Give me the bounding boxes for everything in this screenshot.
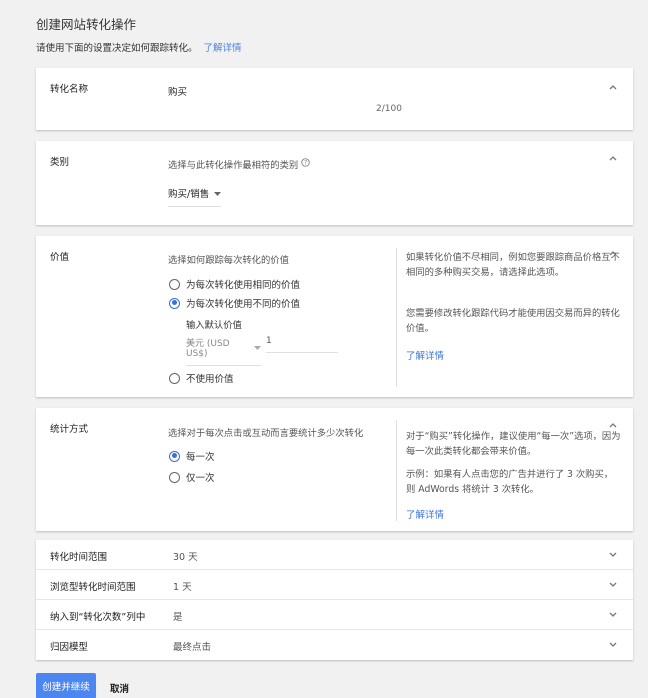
chevron-down-icon[interactable] (609, 552, 617, 558)
setting-row-attribution-model[interactable]: 归因模型 最终点击 (36, 630, 633, 660)
cancel-button[interactable]: 取消 (110, 681, 129, 695)
chevron-down-icon[interactable] (609, 642, 617, 648)
value-card: 价值 选择如何跟踪每次转化的价值 为每次转化使用相同的价值 为每次转化使用不同的… (36, 236, 633, 397)
value-help-text-2: 您需要修改转化跟踪代码才能使用因交易而异的转化价值。 (406, 308, 620, 334)
chevron-up-icon[interactable] (609, 155, 617, 161)
radio-label: 不使用价值 (186, 374, 234, 385)
count-card: 统计方式 选择对于每次点击或互动而言要统计多少次转化 每一次 仅一次 对于“购买… (36, 408, 633, 531)
chevron-up-icon[interactable] (609, 84, 617, 90)
setting-value: 1 天 (173, 582, 192, 593)
conversion-name-card: 转化名称 购买 2/100 (36, 68, 633, 130)
radio-button[interactable] (169, 471, 180, 483)
category-prompt-text: 选择与此转化操作最相符的类别 (168, 160, 299, 171)
setting-label: 浏览型转化时间范围 (50, 582, 136, 593)
radio-label: 每一次 (186, 452, 215, 463)
setting-value: 30 天 (173, 552, 198, 563)
category-selected: 购买/销售 (168, 189, 210, 200)
chevron-up-icon[interactable] (609, 250, 617, 256)
setting-row-include-in-conversions[interactable]: 纳入到“转化次数”列中 是 (36, 600, 633, 630)
setting-value: 最终点击 (173, 642, 212, 653)
chevron-down-icon[interactable] (609, 612, 617, 618)
value-prompt: 选择如何跟踪每次转化的价值 (168, 255, 289, 266)
category-card: 类别 选择与此转化操作最相符的类别 ? 购买/销售 (36, 141, 633, 225)
setting-row-view-through-window[interactable]: 浏览型转化时间范围 1 天 (36, 570, 633, 600)
default-value-input[interactable]: 1 (266, 336, 338, 353)
setting-label: 转化时间范围 (50, 552, 108, 563)
radio-button[interactable] (169, 278, 180, 290)
chevron-up-icon[interactable] (609, 422, 617, 428)
value-label: 价值 (50, 252, 70, 263)
conversion-name-label: 转化名称 (50, 84, 89, 95)
count-learn-more-link[interactable]: 了解详情 (406, 507, 444, 521)
radio-every[interactable]: 每一次 (169, 449, 215, 463)
setting-label: 归因模型 (50, 642, 89, 653)
radio-button[interactable] (169, 372, 180, 384)
help-circle-icon[interactable]: ? (301, 158, 310, 170)
currency-dropdown[interactable]: 美元 (USD US$) (186, 336, 261, 366)
subtitle-text: 请使用下面的设置决定如何跟踪转化。 (36, 43, 198, 54)
svg-text:?: ? (304, 161, 307, 167)
dropdown-arrow-icon (254, 343, 261, 353)
count-prompt: 选择对于每次点击或互动而言要统计多少次转化 (168, 428, 364, 439)
category-prompt: 选择与此转化操作最相符的类别 ? (168, 157, 310, 171)
collapsed-settings-list: 转化时间范围 30 天 浏览型转化时间范围 1 天 纳入到“转化次数”列中 是 … (36, 540, 633, 660)
category-label: 类别 (50, 157, 70, 168)
create-and-continue-button[interactable]: 创建并继续 (36, 673, 96, 698)
divider (396, 420, 397, 521)
radio-label: 为每次转化使用不同的价值 (186, 299, 301, 310)
category-dropdown[interactable]: 购买/销售 (168, 186, 222, 207)
radio-label: 为每次转化使用相同的价值 (186, 280, 301, 291)
page-title: 创建网站转化操作 (36, 17, 137, 32)
learn-more-link[interactable]: 了解详情 (204, 43, 242, 54)
count-label: 统计方式 (50, 424, 89, 435)
count-help-text-1: 对于“购买”转化操作，建议使用“每一次”选项，因为每一次此类转化都会带来价值。 (406, 431, 621, 457)
page-subtitle: 请使用下面的设置决定如何跟踪转化。 了解详情 (36, 40, 242, 54)
divider (396, 248, 397, 387)
setting-value: 是 (173, 612, 183, 623)
radio-label: 仅一次 (186, 473, 215, 484)
radio-button-selected[interactable] (169, 450, 180, 462)
count-help-text-2: 示例：如果有人点击您的广告并进行了 3 次购买，则 AdWords 将统计 3 … (406, 469, 614, 495)
character-counter: 2/100 (376, 104, 402, 114)
radio-one[interactable]: 仅一次 (169, 470, 215, 484)
default-value-label: 输入默认价值 (186, 320, 242, 331)
radio-button-selected[interactable] (169, 297, 180, 309)
radio-different-value[interactable]: 为每次转化使用不同的价值 (169, 296, 300, 310)
radio-no-value[interactable]: 不使用价值 (169, 371, 234, 385)
currency-selected: 美元 (USD US$) (186, 339, 230, 359)
setting-row-conversion-window[interactable]: 转化时间范围 30 天 (36, 540, 633, 570)
setting-label: 纳入到“转化次数”列中 (50, 612, 146, 623)
chevron-down-icon[interactable] (609, 582, 617, 588)
value-learn-more-link[interactable]: 了解详情 (406, 348, 444, 362)
conversion-name-input[interactable]: 购买 (168, 84, 408, 98)
value-help-text-1: 如果转化价值不尽相同，例如您要跟踪商品价格互不相同的多种购买交易，请选择此选项。 (406, 252, 620, 278)
dropdown-arrow-icon (214, 188, 222, 199)
radio-same-value[interactable]: 为每次转化使用相同的价值 (169, 277, 300, 291)
